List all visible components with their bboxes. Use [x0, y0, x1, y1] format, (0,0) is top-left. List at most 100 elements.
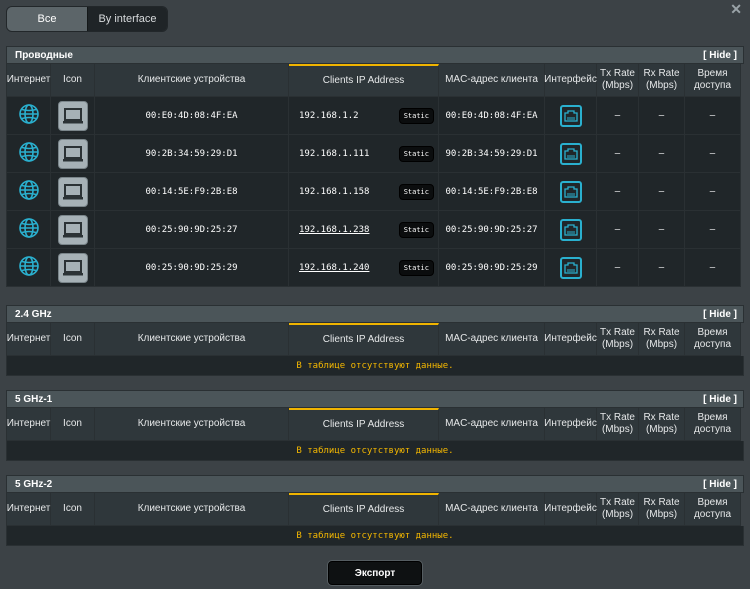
client-ip[interactable]: 192.168.1.238 — [299, 225, 369, 235]
section-title: 2.4 GHz — [15, 308, 52, 320]
rx-rate-cell: – — [639, 135, 685, 173]
col-client-ip-header[interactable]: Clients IP Address — [289, 323, 439, 356]
internet-cell — [7, 211, 51, 249]
section-5ghz-2: 5 GHz-2 [ Hide ] Интернет Icon Клиентские … — [6, 475, 744, 546]
laptop-icon[interactable] — [57, 176, 88, 207]
access-time-cell: – — [685, 173, 741, 211]
static-badge[interactable]: Static — [398, 145, 434, 162]
access-time-cell: – — [685, 211, 741, 249]
client-mac-cell: 00:25:90:9D:25:29 — [439, 249, 545, 287]
interface-cell — [545, 135, 597, 173]
access-time-cell: – — [685, 97, 741, 135]
section-title: 5 GHz-1 — [15, 393, 53, 405]
client-mac-cell: 00:E0:4D:08:4F:EA — [439, 97, 545, 135]
icon-cell — [51, 97, 95, 135]
section-header: 5 GHz-2 [ Hide ] — [6, 475, 744, 493]
tab-by-interface[interactable]: By interface — [87, 7, 167, 31]
tx-rate-cell: – — [597, 211, 639, 249]
tx-rate-cell: – — [597, 135, 639, 173]
ethernet-icon — [559, 256, 582, 279]
hide-link[interactable]: [ Hide ] — [703, 394, 737, 405]
col-rx-rate-header: Rx Rate (Mbps) — [639, 408, 685, 441]
globe-icon — [18, 141, 40, 166]
tab-all[interactable]: Все — [7, 7, 87, 31]
client-device-cell: 00:14:5E:F9:2B:E8 — [95, 173, 289, 211]
client-ip: 192.168.1.111 — [299, 148, 370, 159]
col-tx-rate-header: Tx Rate (Mbps) — [597, 493, 639, 526]
section-header: 2.4 GHz [ Hide ] — [6, 305, 744, 323]
ethernet-icon — [559, 142, 582, 165]
col-client-device-header: Клиентские устройства — [95, 64, 289, 97]
empty-message: В таблице отсутствуют данные. — [6, 356, 744, 376]
hide-link[interactable]: [ Hide ] — [703, 50, 737, 61]
section-2-4ghz: 2.4 GHz [ Hide ] Интернет Icon Клиентские … — [6, 305, 744, 376]
internet-cell — [7, 97, 51, 135]
internet-cell — [7, 135, 51, 173]
col-interface-header: Интерфейс — [544, 323, 597, 356]
static-badge[interactable]: Static — [398, 259, 434, 276]
col-client-mac-header: MAC-адрес клиента — [439, 408, 545, 441]
client-mac-cell: 00:25:90:9D:25:27 — [439, 211, 545, 249]
col-client-mac-header: MAC-адрес клиента — [439, 64, 545, 97]
rx-rate-cell: – — [639, 249, 685, 287]
hide-link[interactable]: [ Hide ] — [703, 309, 737, 320]
table-row: 00:25:90:9D:25:27 192.168.1.238 Static 00:2… — [6, 211, 744, 249]
empty-message: В таблице отсутствуют данные. — [6, 441, 744, 461]
icon-cell — [51, 249, 95, 287]
client-ip-cell: 192.168.1.111 Static — [289, 135, 439, 173]
interface-cell — [545, 211, 597, 249]
col-icon-header: Icon — [51, 64, 95, 97]
ethernet-icon — [559, 104, 582, 127]
icon-cell — [51, 135, 95, 173]
globe-icon — [18, 255, 40, 280]
col-interface-header: Интерфейс — [544, 64, 597, 97]
globe-icon — [18, 103, 40, 128]
static-badge[interactable]: Static — [398, 183, 434, 200]
col-client-ip-header[interactable]: Clients IP Address — [289, 64, 439, 97]
section-title: 5 GHz-2 — [15, 478, 53, 490]
hide-link[interactable]: [ Hide ] — [703, 479, 737, 490]
table-header: Интернет Icon Клиентские устройства Clients… — [6, 493, 744, 526]
col-access-time-header: Время доступа — [685, 493, 741, 526]
client-ip-cell: 192.168.1.238 Static — [289, 211, 439, 249]
col-icon-header: Icon — [51, 408, 95, 441]
export-button[interactable]: Экспорт — [328, 561, 422, 585]
client-ip-cell: 192.168.1.158 Static — [289, 173, 439, 211]
section-wired: Проводные [ Hide ] Интернет Icon Клиентски… — [6, 46, 744, 287]
tx-rate-cell: – — [597, 173, 639, 211]
col-internet-header: Интернет — [7, 408, 51, 441]
laptop-icon[interactable] — [57, 214, 88, 245]
section-5ghz-1: 5 GHz-1 [ Hide ] Интернет Icon Клиентские … — [6, 390, 744, 461]
ethernet-icon — [559, 180, 582, 203]
col-access-time-header: Время доступа — [685, 64, 741, 97]
col-interface-header: Интерфейс — [544, 408, 597, 441]
col-icon-header: Icon — [51, 493, 95, 526]
col-client-ip-header[interactable]: Clients IP Address — [289, 493, 439, 526]
section-header: 5 GHz-1 [ Hide ] — [6, 390, 744, 408]
interface-cell — [545, 249, 597, 287]
col-tx-rate-header: Tx Rate (Mbps) — [597, 64, 639, 97]
internet-cell — [7, 249, 51, 287]
static-badge[interactable]: Static — [398, 221, 434, 238]
col-client-mac-header: MAC-адрес клиента — [439, 493, 545, 526]
static-badge[interactable]: Static — [398, 107, 434, 124]
tx-rate-cell: – — [597, 249, 639, 287]
interface-cell — [545, 97, 597, 135]
col-client-ip-header[interactable]: Clients IP Address — [289, 408, 439, 441]
laptop-icon[interactable] — [57, 138, 88, 169]
col-tx-rate-header: Tx Rate (Mbps) — [597, 323, 639, 356]
col-rx-rate-header: Rx Rate (Mbps) — [639, 493, 685, 526]
table-body: 00:E0:4D:08:4F:EA 192.168.1.2 Static 00:E0:… — [6, 97, 744, 287]
access-time-cell: – — [685, 249, 741, 287]
col-interface-header: Интерфейс — [544, 493, 597, 526]
table-row: 00:E0:4D:08:4F:EA 192.168.1.2 Static 00:E0:… — [6, 97, 744, 135]
rx-rate-cell: – — [639, 211, 685, 249]
client-ip[interactable]: 192.168.1.240 — [299, 263, 369, 273]
col-client-device-header: Клиентские устройства — [95, 408, 289, 441]
table-row: 00:25:90:9D:25:29 192.168.1.240 Static 00:2… — [6, 249, 744, 287]
laptop-icon[interactable] — [57, 100, 88, 131]
laptop-icon[interactable] — [57, 252, 88, 283]
close-icon[interactable]: ✕ — [730, 1, 742, 18]
col-rx-rate-header: Rx Rate (Mbps) — [639, 64, 685, 97]
client-device-cell: 90:2B:34:59:29:D1 — [95, 135, 289, 173]
